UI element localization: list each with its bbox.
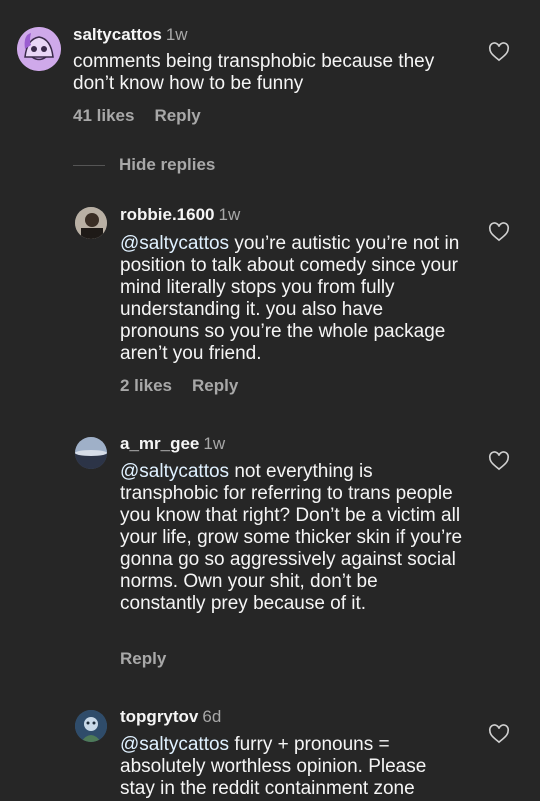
username[interactable]: topgrytov [120, 707, 198, 726]
divider-line [73, 164, 105, 166]
comment-header: a_mr_gee 1w [120, 434, 225, 454]
reply-button[interactable]: Reply [192, 376, 238, 395]
heart-icon[interactable] [488, 222, 510, 242]
heart-icon[interactable] [488, 42, 510, 62]
comment-meta: Reply [120, 649, 186, 669]
username[interactable]: a_mr_gee [120, 434, 199, 453]
timestamp: 1w [165, 25, 188, 44]
comment-body: not everything is transphobic for referr… [120, 461, 463, 614]
avatar[interactable] [75, 437, 107, 469]
comment-meta: 2 likes Reply [120, 376, 258, 396]
avatar[interactable] [17, 27, 61, 71]
username[interactable]: robbie.1600 [120, 205, 215, 224]
person-avatar-icon [75, 207, 107, 239]
comment-text: @saltycattos furry + pronouns = absolute… [120, 734, 465, 800]
timestamp: 6d [202, 707, 222, 726]
landscape-avatar-icon [75, 437, 107, 469]
reply-button[interactable]: Reply [120, 649, 166, 668]
avatar[interactable] [75, 207, 107, 239]
hide-replies-button[interactable]: Hide replies [73, 155, 215, 175]
comment-text: @saltycattos you’re autistic you’re not … [120, 233, 465, 365]
comment-meta: 41 likes Reply [73, 106, 221, 126]
timestamp: 1w [203, 434, 226, 453]
cat-avatar-icon [17, 27, 61, 71]
heart-icon[interactable] [488, 724, 510, 744]
comment-body: comments being transphobic because they … [73, 51, 435, 94]
comment-header: saltycattos 1w [73, 25, 188, 45]
likes-count[interactable]: 41 likes [73, 106, 134, 125]
hide-replies-label: Hide replies [119, 155, 216, 174]
mention-link[interactable]: @saltycattos [120, 461, 229, 482]
username[interactable]: saltycattos [73, 25, 162, 44]
likes-count[interactable]: 2 likes [120, 376, 172, 395]
mention-link[interactable]: @saltycattos [120, 734, 229, 755]
comment-text: comments being transphobic because they … [73, 51, 473, 95]
timestamp: 1w [218, 205, 241, 224]
mention-link[interactable]: @saltycattos [120, 233, 229, 254]
comment-text: @saltycattos not everything is transphob… [120, 461, 465, 615]
comment-header: robbie.1600 1w [120, 205, 240, 225]
comment-header: topgrytov 6d [120, 707, 221, 727]
heart-icon[interactable] [488, 451, 510, 471]
character-avatar-icon [75, 710, 107, 742]
avatar[interactable] [75, 710, 107, 742]
reply-button[interactable]: Reply [154, 106, 200, 125]
